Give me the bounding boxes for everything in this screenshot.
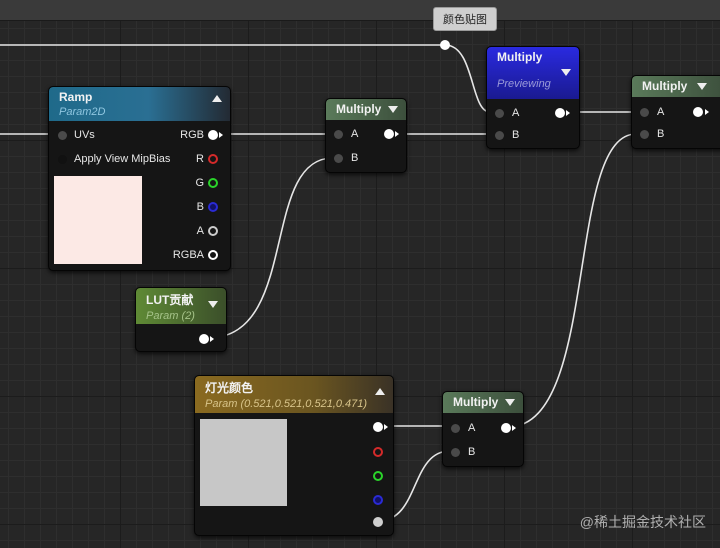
lut-output-pin[interactable]: [199, 334, 209, 344]
pin-arrow-icon: [566, 110, 570, 116]
mipbias-label: Apply View MipBias: [74, 153, 171, 165]
light-color-preview: [200, 419, 287, 506]
multiply-preview-pin-b[interactable]: [495, 131, 504, 140]
multiply-a-title: Multiply: [336, 102, 382, 116]
multiply-right-output-pin[interactable]: [693, 107, 703, 117]
pin-arrow-icon: [705, 109, 709, 115]
multiply-preview-output-pin[interactable]: [555, 108, 565, 118]
multiply-bottom-label-a: A: [468, 422, 476, 434]
b-output-pin[interactable]: [208, 202, 218, 212]
collapse-icon[interactable]: [505, 399, 515, 406]
multiply-bottom-pin-a[interactable]: [451, 424, 460, 433]
collapse-icon[interactable]: [561, 69, 571, 76]
r-label: R: [196, 153, 204, 165]
lut-header[interactable]: LUT贡献 Param (2): [136, 288, 226, 324]
multiply-right-pin-a[interactable]: [640, 108, 649, 117]
light-b-output-pin[interactable]: [373, 495, 383, 505]
b-label: B: [196, 201, 204, 213]
multiply-a-header[interactable]: Multiply: [326, 99, 406, 120]
multiply-a-label-a: A: [351, 128, 359, 140]
multiply-right-pin-b[interactable]: [640, 130, 649, 139]
pin-arrow-icon: [219, 132, 223, 138]
ramp-node[interactable]: Ramp Param2D UVs Apply View MipBias RGB …: [48, 86, 231, 271]
multiply-preview-header[interactable]: Multiply Previewing: [487, 47, 579, 99]
multiply-node-a[interactable]: Multiply A B: [325, 98, 407, 173]
watermark: @稀土掘金技术社区: [579, 514, 706, 530]
light-a-output-pin[interactable]: [373, 517, 383, 527]
rgba-output-pin[interactable]: [208, 250, 218, 260]
multiply-a-label-b: B: [351, 152, 359, 164]
multiply-preview-node[interactable]: Multiply Previewing A B: [486, 46, 580, 149]
light-title: 灯光颜色: [205, 381, 254, 395]
pin-arrow-icon: [384, 424, 388, 430]
r-output-pin[interactable]: [208, 154, 218, 164]
multiply-right-header[interactable]: Multiply: [632, 76, 720, 97]
g-output-pin[interactable]: [208, 178, 218, 188]
mipbias-input-pin[interactable]: [58, 155, 67, 164]
multiply-bottom-output-pin[interactable]: [501, 423, 511, 433]
comment-label: 颜色贴图: [443, 14, 487, 26]
uvs-input-pin[interactable]: [58, 131, 67, 140]
pin-arrow-icon: [512, 425, 516, 431]
ramp-title: Ramp: [59, 90, 93, 104]
multiply-preview-label-a: A: [512, 107, 520, 119]
ramp-header[interactable]: Ramp Param2D: [49, 87, 230, 121]
multiply-node-bottom[interactable]: Multiply A B: [442, 391, 524, 467]
rgb-label: RGB: [180, 129, 204, 141]
a-output-pin[interactable]: [208, 226, 218, 236]
lut-subtitle: Param (2): [146, 310, 195, 322]
uvs-label: UVs: [74, 129, 95, 141]
comment-bubble[interactable]: 颜色贴图: [433, 7, 497, 31]
pin-arrow-icon: [210, 336, 214, 342]
light-color-node[interactable]: 灯光颜色 Param (0.521,0.521,0.521,0.471): [194, 375, 394, 536]
light-subtitle: Param (0.521,0.521,0.521,0.471): [205, 398, 368, 410]
collapse-icon[interactable]: [375, 388, 385, 395]
multiply-right-label-b: B: [657, 128, 665, 140]
multiply-preview-label-b: B: [512, 129, 520, 141]
multiply-right-title: Multiply: [642, 79, 688, 93]
ramp-preview: [54, 176, 142, 264]
light-g-output-pin[interactable]: [373, 471, 383, 481]
rgba-label: RGBA: [172, 249, 204, 261]
multiply-preview-subtitle: Previewing: [497, 78, 551, 90]
g-label: G: [195, 177, 204, 189]
collapse-icon[interactable]: [212, 95, 222, 102]
multiply-right-label-a: A: [657, 106, 665, 118]
multiply-bottom-title: Multiply: [453, 395, 499, 409]
multiply-a-output-pin[interactable]: [384, 129, 394, 139]
collapse-icon[interactable]: [697, 83, 707, 90]
multiply-a-pin-b[interactable]: [334, 154, 343, 163]
collapse-icon[interactable]: [208, 301, 218, 308]
multiply-a-pin-a[interactable]: [334, 130, 343, 139]
rgb-output-pin[interactable]: [208, 130, 218, 140]
light-header[interactable]: 灯光颜色 Param (0.521,0.521,0.521,0.471): [195, 376, 393, 413]
multiply-bottom-pin-b[interactable]: [451, 448, 460, 457]
multiply-bottom-header[interactable]: Multiply: [443, 392, 523, 413]
reroute-node[interactable]: [440, 40, 450, 50]
ramp-subtitle: Param2D: [59, 106, 106, 118]
pin-arrow-icon: [395, 131, 399, 137]
light-r-output-pin[interactable]: [373, 447, 383, 457]
multiply-preview-pin-a[interactable]: [495, 109, 504, 118]
wire-bottom-to-right-b: [507, 133, 637, 428]
light-rgb-output-pin[interactable]: [373, 422, 383, 432]
wire-reroute-to-multiply-preview-a: [444, 44, 491, 113]
multiply-bottom-label-b: B: [468, 446, 476, 458]
multiply-node-right[interactable]: Multiply A B: [631, 75, 720, 149]
collapse-icon[interactable]: [388, 106, 398, 113]
lut-title: LUT贡献: [146, 293, 194, 307]
a-label: A: [196, 225, 204, 237]
lut-node[interactable]: LUT贡献 Param (2): [135, 287, 227, 352]
multiply-preview-title: Multiply: [497, 50, 543, 64]
